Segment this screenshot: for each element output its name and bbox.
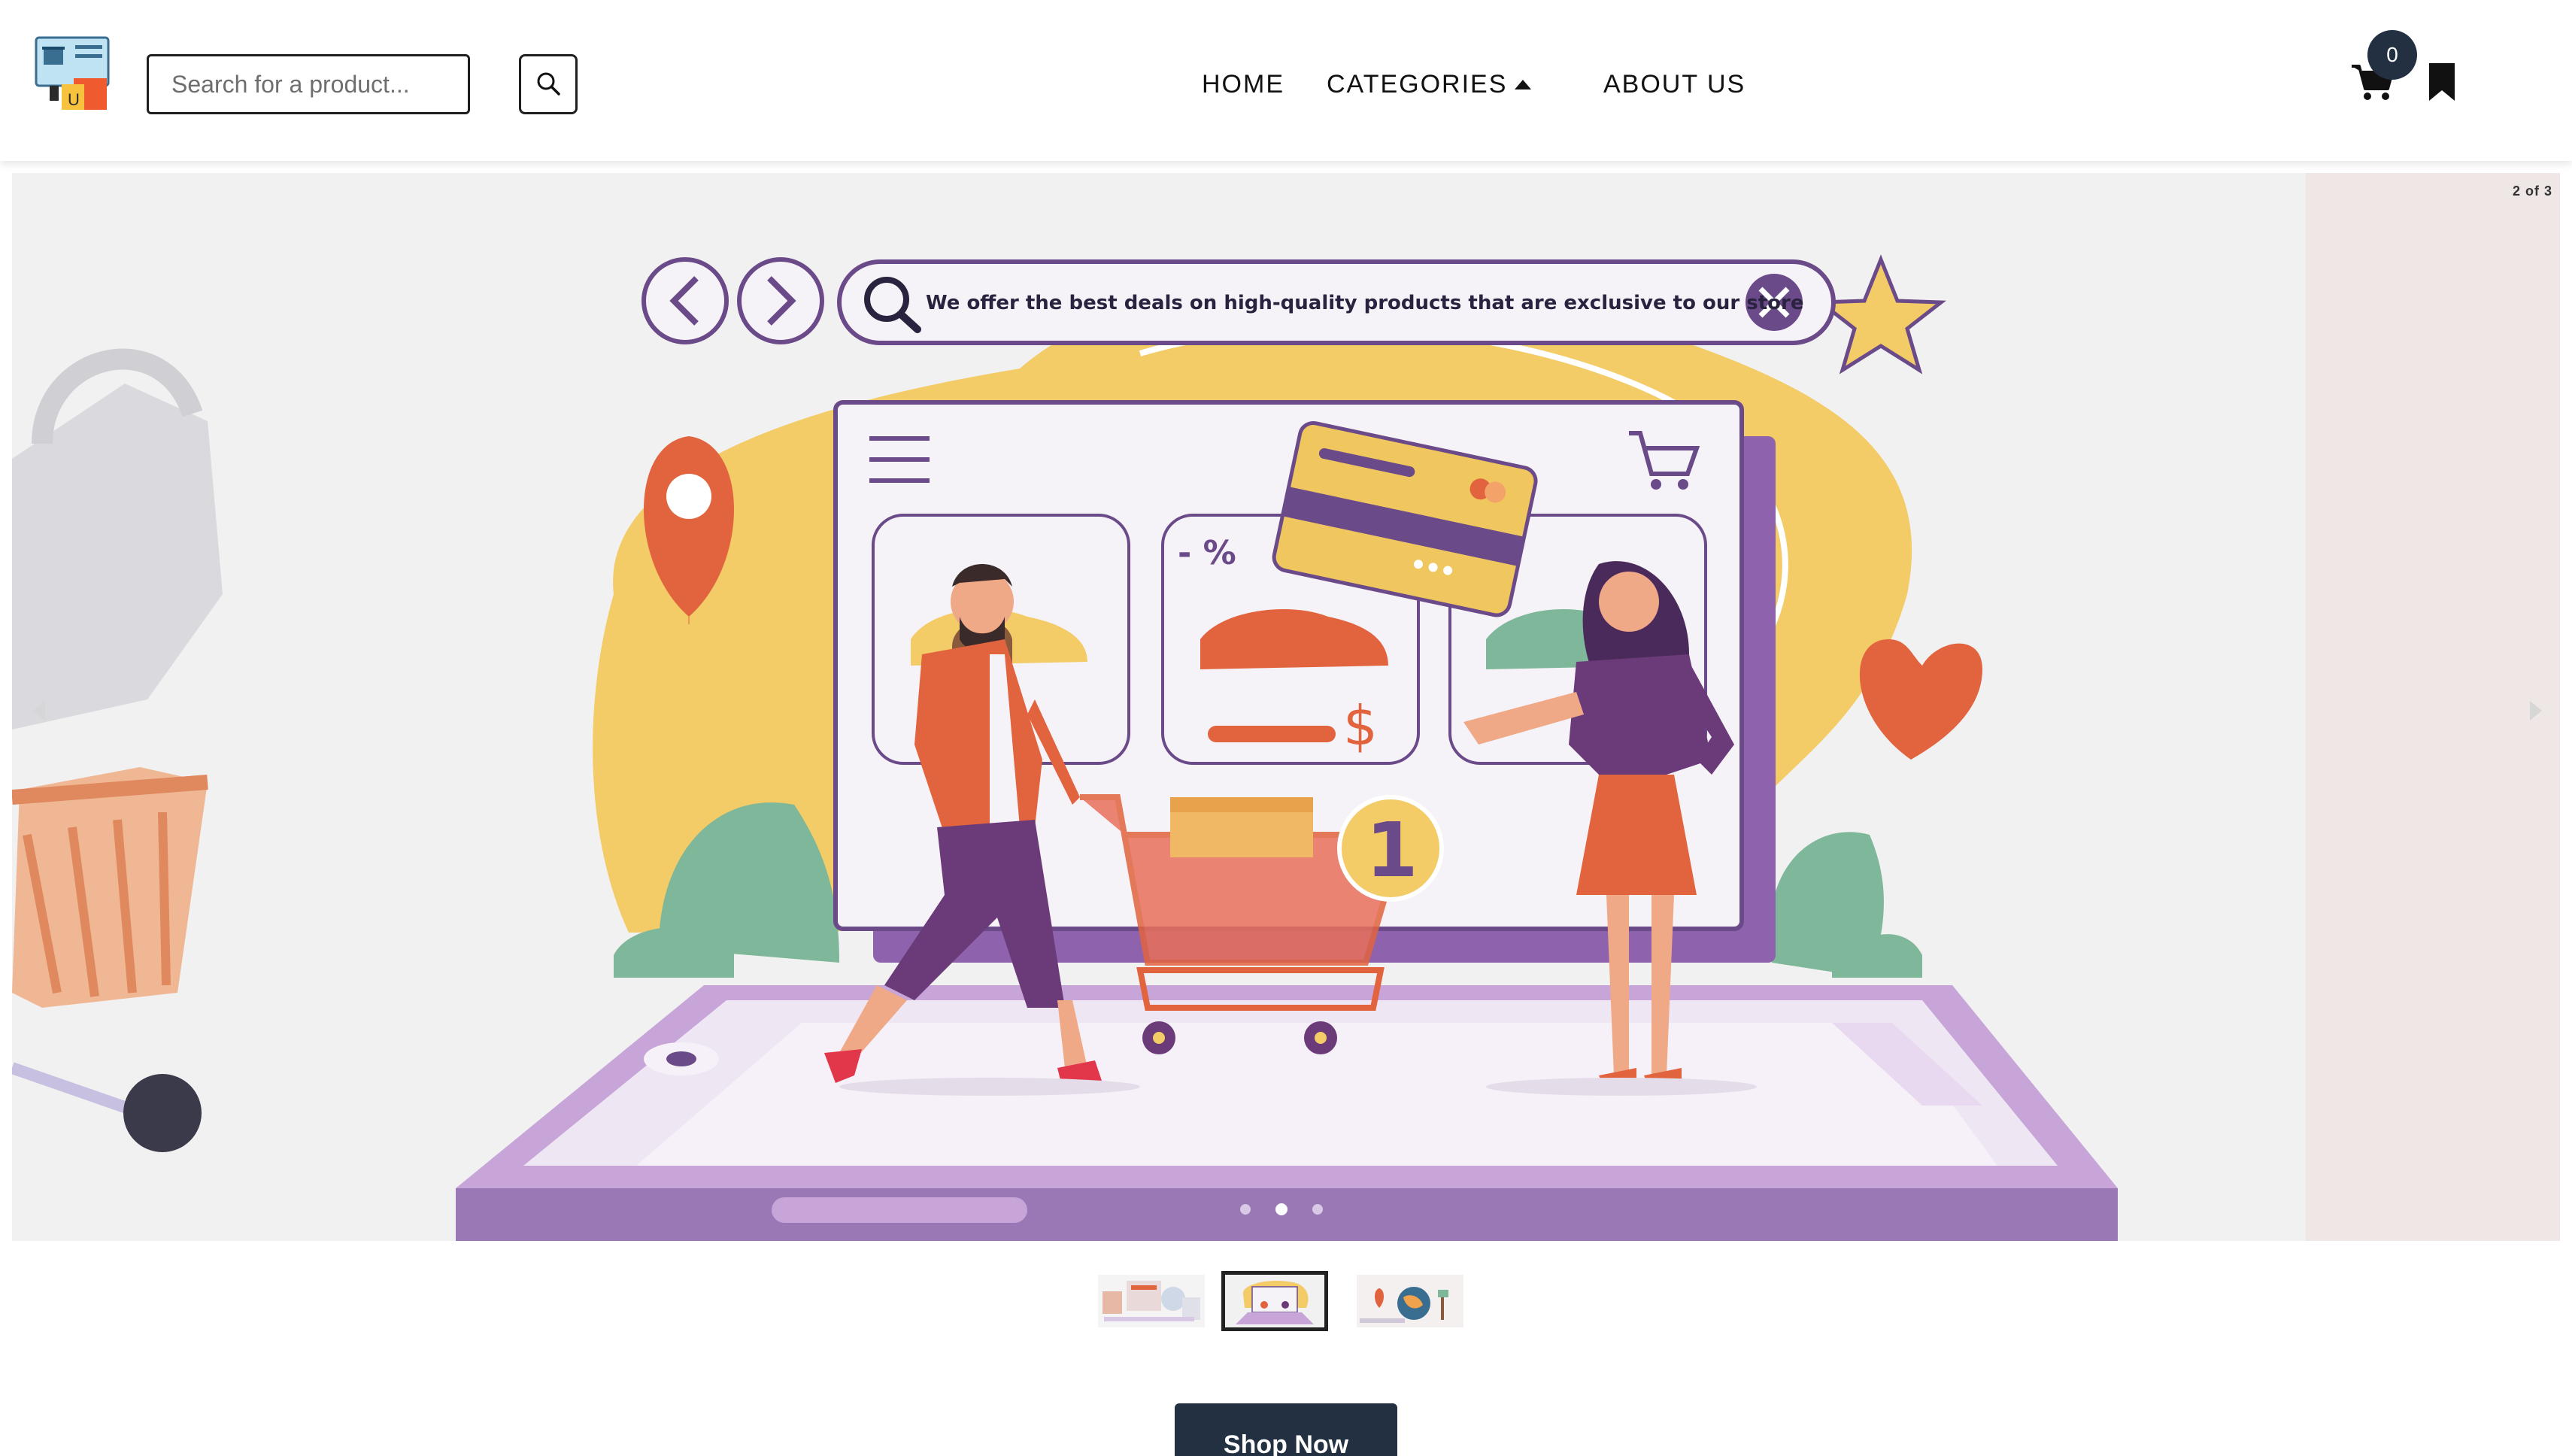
search-input[interactable] — [147, 54, 470, 114]
search-button[interactable] — [519, 54, 578, 114]
prev-slide-peek — [12, 348, 223, 1152]
shop-now-label: Shop Now — [1223, 1430, 1349, 1456]
nav-home[interactable]: HOME — [1202, 66, 1284, 102]
hero-illustration: - % $ 1 — [12, 254, 2118, 1241]
discount-label: - % — [1178, 534, 1236, 572]
navbar: U HOME CATEGORIES ABOUT US 0 — [0, 0, 2572, 161]
price-symbol: $ — [1343, 694, 1378, 757]
chevron-left-icon[interactable] — [24, 692, 54, 730]
chevron-right-icon[interactable] — [2521, 692, 2551, 730]
search-icon — [535, 71, 561, 99]
bookmark-icon[interactable] — [2428, 62, 2456, 102]
nav-about-us[interactable]: ABOUT US — [1603, 66, 1746, 102]
logo-icon[interactable]: U — [35, 35, 111, 113]
caret-up-icon[interactable] — [1512, 73, 1534, 96]
quantity-badge: 1 — [1366, 806, 1418, 894]
hero-carousel[interactable]: 2 of 3 - % $ 1 We offer the best deals o… — [12, 173, 2560, 1241]
svg-text:U: U — [68, 90, 80, 109]
thumbnail-slide-2[interactable] — [1221, 1271, 1328, 1331]
nav-categories[interactable]: CATEGORIES — [1327, 66, 1507, 102]
shop-now-button[interactable]: Shop Now — [1175, 1403, 1397, 1456]
cart-count-badge: 0 — [2367, 30, 2417, 80]
thumbnail-slide-3[interactable] — [1357, 1275, 1463, 1335]
banner-headline: We offer the best deals on high-quality … — [926, 292, 1804, 314]
thumbnail-slide-1[interactable] — [1098, 1275, 1205, 1335]
